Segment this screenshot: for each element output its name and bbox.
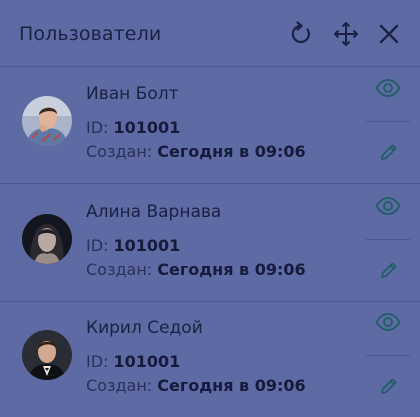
user-name: Алина Варнава <box>86 202 222 222</box>
avatar <box>22 214 72 264</box>
edit-icon[interactable] <box>379 260 399 280</box>
user-created-label: Создан: <box>86 376 158 395</box>
edit-icon[interactable] <box>379 376 399 396</box>
view-icon[interactable] <box>375 78 401 98</box>
user-created-label: Создан: <box>86 260 158 279</box>
user-id: ID: 101001 <box>86 352 180 372</box>
user-created-value: Сегодня в 09:06 <box>157 142 306 161</box>
user-id-value: 101001 <box>113 352 181 371</box>
user-name: Кирил Седой <box>86 318 203 338</box>
user-id-label: ID: <box>86 236 114 255</box>
move-icon[interactable] <box>332 20 360 48</box>
user-row: Иван Болт ID: 101001 Создан: Сегодня в 0… <box>0 66 420 184</box>
refresh-icon[interactable] <box>287 20 315 48</box>
view-icon[interactable] <box>375 196 401 216</box>
user-created: Создан: Сегодня в 09:06 <box>86 142 306 162</box>
user-id-value: 101001 <box>113 118 181 137</box>
avatar <box>22 330 72 380</box>
avatar <box>22 96 72 146</box>
user-created: Создан: Сегодня в 09:06 <box>86 376 306 396</box>
user-id-value: 101001 <box>113 236 181 255</box>
actions-divider <box>366 121 410 122</box>
user-created-value: Сегодня в 09:06 <box>157 376 306 395</box>
user-created-value: Сегодня в 09:06 <box>157 260 306 279</box>
actions-divider <box>366 355 410 356</box>
user-row: Алина Варнава ID: 101001 Создан: Сегодня… <box>0 184 420 302</box>
actions-divider <box>366 239 410 240</box>
user-id: ID: 101001 <box>86 118 180 138</box>
user-created: Создан: Сегодня в 09:06 <box>86 260 306 280</box>
users-panel: Пользователи Иван Болт ID: 101001 Создан… <box>0 0 420 417</box>
row-actions <box>366 300 410 417</box>
close-icon[interactable] <box>375 20 403 48</box>
row-actions <box>366 184 410 301</box>
view-icon[interactable] <box>375 312 401 332</box>
user-row: Кирил Седой ID: 101001 Создан: Сегодня в… <box>0 300 420 417</box>
panel-title: Пользователи <box>19 23 162 45</box>
edit-icon[interactable] <box>379 142 399 162</box>
user-created-label: Создан: <box>86 142 158 161</box>
user-name: Иван Болт <box>86 84 179 104</box>
row-actions <box>366 66 410 183</box>
user-id: ID: 101001 <box>86 236 180 256</box>
panel-header: Пользователи <box>0 0 420 67</box>
user-id-label: ID: <box>86 352 114 371</box>
user-id-label: ID: <box>86 118 114 137</box>
